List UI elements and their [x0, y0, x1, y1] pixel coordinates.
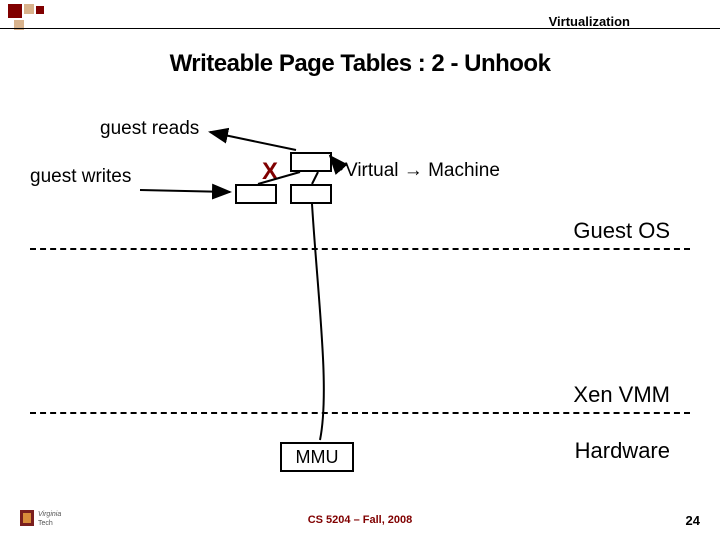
label-guest-reads: guest reads — [100, 118, 199, 140]
label-guest-writes: guest writes — [30, 166, 131, 188]
label-virtual-machine: Virtual → Machine — [345, 160, 500, 182]
slide-title: Writeable Page Tables : 2 - Unhook — [0, 50, 720, 78]
separator-vmm-hw — [30, 412, 690, 414]
pt-box-left — [235, 184, 277, 204]
separator-guest-vmm — [30, 248, 690, 250]
page-number: 24 — [686, 513, 700, 528]
layer-hardware: Hardware — [575, 438, 670, 464]
layer-xen-vmm: Xen VMM — [573, 382, 670, 408]
x-mark: X — [262, 158, 278, 186]
footer-course: CS 5204 – Fall, 2008 — [0, 514, 720, 526]
pt-box-top — [290, 152, 332, 172]
layer-guest-os: Guest OS — [573, 218, 670, 244]
mmu-label: MMU — [296, 447, 339, 467]
header-section: Virtualization — [549, 14, 630, 29]
mmu-box: MMU — [280, 442, 354, 472]
header-decor — [8, 4, 68, 34]
pt-box-right — [290, 184, 332, 204]
